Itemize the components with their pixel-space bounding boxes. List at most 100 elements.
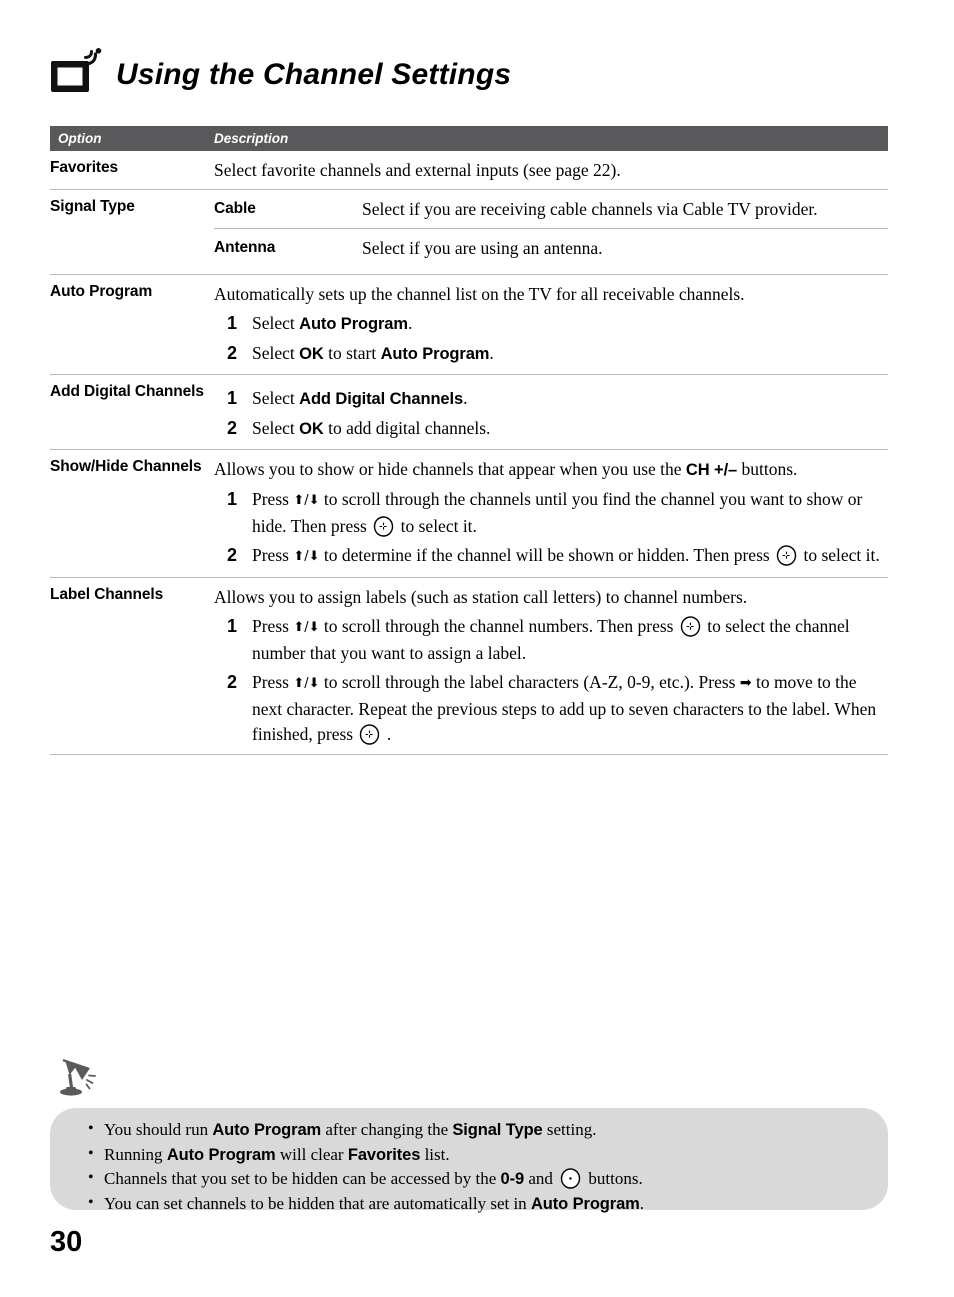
- dot-button-icon: [560, 1168, 581, 1189]
- up-down-arrows-icon: ⬆/⬇: [293, 549, 320, 564]
- step-item: 1 Select Auto Program.: [214, 311, 888, 337]
- step-emphasis: Add Digital Channels: [299, 390, 464, 408]
- steps-label-channels: 1 Press ⬆/⬇ to scroll through the channe…: [214, 614, 888, 747]
- step-emphasis: Auto Program: [299, 315, 408, 333]
- step-number: 2: [227, 343, 238, 363]
- sub-description-antenna: Select if you are using an antenna.: [362, 238, 603, 258]
- note-item: You can set channels to be hidden that a…: [88, 1191, 868, 1217]
- note-text-part: setting.: [542, 1120, 597, 1139]
- note-emphasis: Auto Program: [530, 1194, 640, 1213]
- option-label-auto-program: Auto Program: [50, 283, 153, 300]
- description-favorites: Select favorite channels and external in…: [214, 160, 621, 180]
- step-emphasis: OK: [299, 420, 324, 438]
- step-item: 2 Select OK to add digital channels.: [214, 416, 888, 442]
- step-item: 2 Select OK to start Auto Program.: [214, 341, 888, 367]
- step-number: 2: [227, 545, 238, 565]
- up-down-arrows-icon: ⬆/⬇: [293, 620, 320, 635]
- step-text: Select OK to add digital channels.: [252, 416, 888, 442]
- step-item: 2 Press ⬆/⬇ to determine if the channel …: [214, 543, 888, 570]
- step-text-part: .: [489, 343, 494, 363]
- step-item: 1 Press ⬆/⬇ to scroll through the channe…: [214, 614, 888, 666]
- step-number: 1: [227, 388, 238, 408]
- step-text-part: Press: [252, 489, 294, 509]
- step-number: 2: [227, 672, 238, 692]
- select-button-icon: [359, 724, 380, 745]
- subrow-cable: Cable Select if you are receiving cable …: [214, 197, 888, 228]
- step-text-part: Select: [252, 343, 300, 363]
- step-emphasis: Auto Program: [380, 345, 490, 363]
- step-number: 2: [227, 418, 238, 438]
- option-label-favorites: Favorites: [50, 159, 119, 176]
- description-auto-program: Automatically sets up the channel list o…: [214, 284, 745, 304]
- option-label-show-hide-channels: Show/Hide Channels: [50, 458, 202, 475]
- subrow-antenna: Antenna Select if you are using an anten…: [214, 228, 888, 267]
- note-item: Channels that you set to be hidden can b…: [88, 1166, 868, 1192]
- description-label-channels: Allows you to assign labels (such as sta…: [214, 587, 748, 607]
- lead-emphasis: CH +/–: [685, 461, 738, 479]
- step-text-part: to determine if the channel will be show…: [319, 545, 775, 565]
- step-text: Select Add Digital Channels.: [252, 386, 888, 412]
- step-text-part: Select: [252, 418, 300, 438]
- step-text: Press ⬆/⬇ to scroll through the channel …: [252, 614, 888, 666]
- step-text-part: to add digital channels.: [323, 418, 491, 438]
- step-item: 1 Press ⬆/⬇ to scroll through the channe…: [214, 487, 888, 539]
- select-button-icon: [680, 616, 701, 637]
- step-text: Select OK to start Auto Program.: [252, 341, 888, 367]
- step-text-part: to start: [323, 343, 381, 363]
- right-arrow-icon: ➡: [739, 675, 752, 691]
- step-text: Press ⬆/⬇ to determine if the channel wi…: [252, 543, 888, 570]
- step-text-part: to scroll through the label characters (…: [319, 672, 740, 692]
- option-label-signal-type: Signal Type: [50, 198, 135, 215]
- note-emphasis: 0-9: [500, 1170, 525, 1188]
- page-title: Using the Channel Settings: [116, 58, 512, 91]
- table-row: Auto Program Automatically sets up the c…: [50, 275, 888, 375]
- step-text: Select Auto Program.: [252, 311, 888, 337]
- step-text-part: to select it.: [396, 516, 477, 536]
- signal-type-subtable: Cable Select if you are receiving cable …: [214, 197, 888, 267]
- desk-lamp-tip-icon: [52, 1056, 100, 1102]
- step-text: Press ⬆/⬇ to scroll through the channels…: [252, 487, 888, 539]
- select-button-icon: [776, 545, 797, 566]
- option-label-add-digital-channels: Add Digital Channels: [50, 383, 204, 400]
- step-number: 1: [227, 489, 238, 509]
- note-text-part: after changing the: [321, 1120, 453, 1139]
- step-number: 1: [227, 313, 238, 333]
- page-number: 30: [50, 1226, 83, 1258]
- option-label-label-channels: Label Channels: [50, 586, 164, 603]
- step-text-part: Press: [252, 545, 294, 565]
- step-text-part: Press: [252, 672, 294, 692]
- table-header-row: Option Description: [50, 126, 888, 151]
- step-text-part: .: [407, 313, 413, 333]
- table-row: Show/Hide Channels Allows you to show or…: [50, 450, 888, 578]
- manual-page: Using the Channel Settings Option Descri…: [0, 0, 954, 1297]
- step-text-part: Press: [252, 616, 294, 636]
- note-text-part: will clear: [275, 1144, 348, 1164]
- step-text-part: Select: [252, 388, 300, 408]
- note-item: Running Auto Program will clear Favorite…: [88, 1142, 868, 1168]
- notes-box: You should run Auto Program after changi…: [50, 1108, 888, 1214]
- sub-description-cable: Select if you are receiving cable channe…: [362, 199, 818, 219]
- note-emphasis: Favorites: [347, 1145, 421, 1164]
- step-item: 1 Select Add Digital Channels.: [214, 386, 888, 412]
- lead-text-part: buttons.: [737, 459, 798, 479]
- note-text-part: Running: [104, 1144, 167, 1164]
- channel-settings-table: Option Description Favorites Select favo…: [50, 126, 888, 755]
- column-header-description: Description: [214, 131, 289, 146]
- step-text-part: to scroll through the channels until you…: [252, 489, 863, 536]
- steps-auto-program: 1 Select Auto Program. 2 Select OK to st…: [214, 311, 888, 367]
- note-text-part: .: [639, 1193, 644, 1213]
- step-text: Press ⬆/⬇ to scroll through the label ch…: [252, 670, 888, 747]
- lead-text-part: Allows you to show or hide channels that…: [214, 459, 686, 479]
- step-text-part: to select it.: [799, 545, 880, 565]
- step-text-part: .: [463, 388, 468, 408]
- note-text-part: Channels that you set to be hidden can b…: [104, 1169, 501, 1188]
- column-header-option: Option: [58, 131, 102, 146]
- table-row: Signal Type Cable Select if you are rece…: [50, 190, 888, 275]
- table-row: Favorites Select favorite channels and e…: [50, 151, 888, 190]
- step-text-part: to scroll through the channel numbers. T…: [319, 616, 678, 636]
- note-emphasis: Auto Program: [212, 1121, 322, 1139]
- table-row: Add Digital Channels 1 Select Add Digita…: [50, 375, 888, 450]
- select-button-icon: [373, 516, 394, 537]
- steps-add-digital-channels: 1 Select Add Digital Channels. 2 Select …: [214, 386, 888, 442]
- sub-label-antenna: Antenna: [214, 239, 276, 256]
